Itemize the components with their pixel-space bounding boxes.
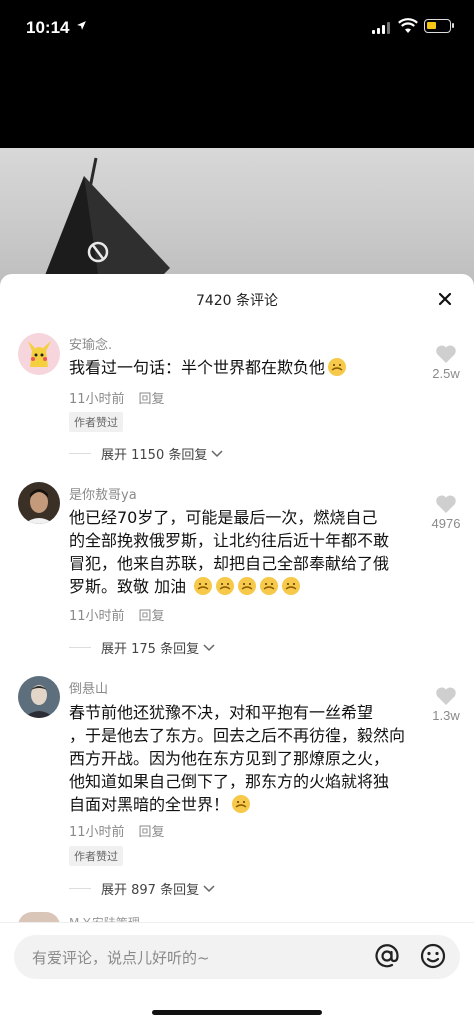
author-liked-badge: 作者赞过	[69, 412, 123, 432]
comment-username[interactable]: 是你敖哥ya	[69, 484, 137, 503]
comment-time: 11小时前	[69, 609, 125, 624]
wifi-icon	[398, 18, 418, 38]
reply-button[interactable]: 回复	[139, 825, 165, 840]
comment-text: 他已经70岁了，可能是最后一次，燃烧自己 的全部挽救俄罗斯，让北约往后近十年都不…	[69, 508, 390, 596]
comment-meta: 11小时前 回复	[69, 821, 165, 840]
heart-icon	[436, 345, 456, 363]
home-indicator[interactable]	[152, 1010, 322, 1015]
avatar[interactable]	[18, 482, 60, 524]
expand-replies-button[interactable]: 展开 897 条回复	[69, 879, 215, 898]
like-count: 1.3w	[432, 708, 460, 723]
like-button[interactable]: 1.3w	[424, 686, 468, 723]
comment-time: 11小时前	[69, 825, 125, 840]
chevron-down-icon	[211, 449, 223, 457]
heart-icon	[436, 495, 456, 513]
comment-meta: 11小时前 回复	[69, 388, 165, 407]
comment-count-title: 7420 条评论	[195, 293, 279, 309]
expand-replies-button[interactable]: 展开 1150 条回复	[69, 444, 223, 463]
comment-username[interactable]: 倒悬山	[69, 678, 108, 697]
like-count: 2.5w	[432, 366, 460, 381]
avatar[interactable]	[18, 333, 60, 375]
comment-input-placeholder: 有爱评论，说点儿好听的~	[32, 949, 210, 967]
comment-meta: 11小时前 回复	[69, 605, 165, 624]
video-frame[interactable]	[0, 148, 474, 288]
emoji-icon	[232, 795, 251, 813]
emoji-group	[191, 577, 301, 596]
heart-icon	[436, 687, 456, 705]
status-time: 10:14	[26, 18, 70, 37]
author-liked-badge: 作者赞过	[69, 846, 123, 866]
expand-replies-button[interactable]: 展开 175 条回复	[69, 638, 215, 657]
emoji-icon	[216, 577, 235, 595]
reply-button[interactable]: 回复	[139, 609, 165, 624]
emoji-icon	[328, 358, 347, 376]
emoji-icon	[194, 577, 213, 595]
chevron-down-icon	[203, 884, 215, 892]
close-icon[interactable]	[432, 286, 458, 312]
comment-input[interactable]: 有爱评论，说点儿好听的~	[14, 935, 460, 979]
comments-sheet: 7420 条评论 安瑜念. 我看过一句话：半个世界都在欺负他 11小时前 回复 作…	[0, 274, 474, 1024]
comment-text: 春节前他还犹豫不决，对和平抱有一丝希望 ，于是他去了东方。回去之后不再彷徨，毅然…	[69, 703, 406, 814]
comment-username[interactable]: 安瑜念.	[69, 334, 112, 353]
avatar[interactable]	[18, 676, 60, 718]
at-icon[interactable]	[372, 941, 402, 971]
reply-button[interactable]: 回复	[139, 392, 165, 407]
location-arrow-icon	[76, 20, 87, 35]
signal-icon	[372, 21, 390, 34]
like-button[interactable]: 4976	[424, 494, 468, 531]
comment-input-bar: 有爱评论，说点儿好听的~	[0, 922, 474, 1024]
emoji-icon	[282, 577, 301, 595]
comment-text: 我看过一句话：半个世界都在欺负他	[69, 356, 417, 379]
chevron-down-icon	[203, 643, 215, 651]
emoji-icon	[238, 577, 257, 595]
like-button[interactable]: 2.5w	[424, 344, 468, 381]
emoji-icon	[260, 577, 279, 595]
comment-time: 11小时前	[69, 392, 125, 407]
status-bar: 10:14	[0, 0, 474, 56]
like-count: 4976	[431, 516, 461, 531]
battery-icon	[424, 19, 454, 33]
smile-icon[interactable]	[418, 941, 448, 971]
